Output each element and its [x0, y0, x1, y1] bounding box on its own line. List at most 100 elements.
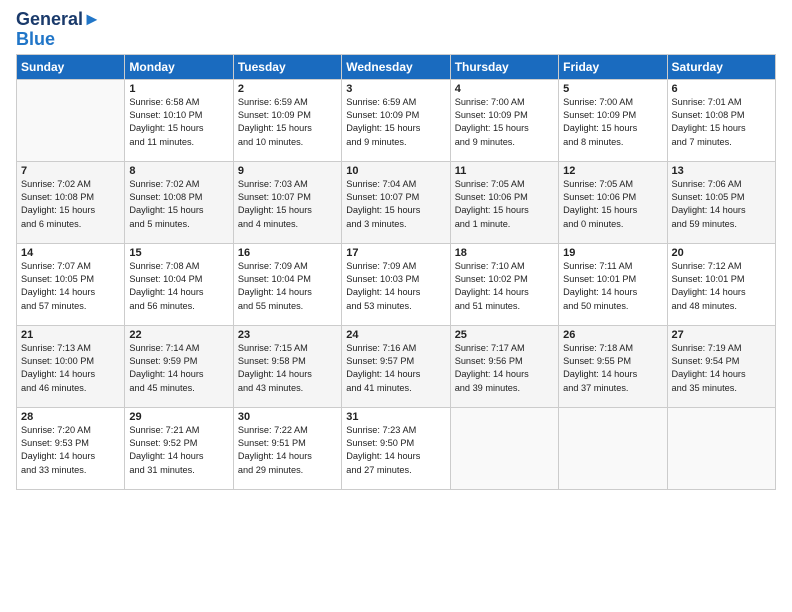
day-number: 2	[238, 83, 337, 95]
day-info: Sunrise: 7:17 AMSunset: 9:56 PMDaylight:…	[455, 342, 554, 395]
day-cell: 13Sunrise: 7:06 AMSunset: 10:05 PMDaylig…	[667, 161, 775, 243]
day-cell: 10Sunrise: 7:04 AMSunset: 10:07 PMDaylig…	[342, 161, 450, 243]
day-cell: 2Sunrise: 6:59 AMSunset: 10:09 PMDayligh…	[233, 79, 341, 161]
day-number: 3	[346, 83, 445, 95]
day-cell: 28Sunrise: 7:20 AMSunset: 9:53 PMDayligh…	[17, 407, 125, 489]
weekday-header-saturday: Saturday	[667, 54, 775, 79]
day-info: Sunrise: 7:08 AMSunset: 10:04 PMDaylight…	[129, 260, 228, 313]
day-info: Sunrise: 7:04 AMSunset: 10:07 PMDaylight…	[346, 178, 445, 231]
day-number: 31	[346, 411, 445, 423]
day-cell: 4Sunrise: 7:00 AMSunset: 10:09 PMDayligh…	[450, 79, 558, 161]
day-number: 13	[672, 165, 771, 177]
day-number: 6	[672, 83, 771, 95]
day-info: Sunrise: 7:01 AMSunset: 10:08 PMDaylight…	[672, 96, 771, 149]
day-number: 26	[563, 329, 662, 341]
day-number: 17	[346, 247, 445, 259]
day-cell: 14Sunrise: 7:07 AMSunset: 10:05 PMDaylig…	[17, 243, 125, 325]
day-cell: 3Sunrise: 6:59 AMSunset: 10:09 PMDayligh…	[342, 79, 450, 161]
day-info: Sunrise: 7:23 AMSunset: 9:50 PMDaylight:…	[346, 424, 445, 477]
day-number: 16	[238, 247, 337, 259]
day-cell	[450, 407, 558, 489]
day-info: Sunrise: 7:00 AMSunset: 10:09 PMDaylight…	[455, 96, 554, 149]
day-number: 10	[346, 165, 445, 177]
day-info: Sunrise: 6:58 AMSunset: 10:10 PMDaylight…	[129, 96, 228, 149]
day-info: Sunrise: 7:00 AMSunset: 10:09 PMDaylight…	[563, 96, 662, 149]
day-cell: 19Sunrise: 7:11 AMSunset: 10:01 PMDaylig…	[559, 243, 667, 325]
day-info: Sunrise: 7:07 AMSunset: 10:05 PMDaylight…	[21, 260, 120, 313]
day-number: 9	[238, 165, 337, 177]
day-cell: 1Sunrise: 6:58 AMSunset: 10:10 PMDayligh…	[125, 79, 233, 161]
day-cell: 16Sunrise: 7:09 AMSunset: 10:04 PMDaylig…	[233, 243, 341, 325]
week-row-2: 7Sunrise: 7:02 AMSunset: 10:08 PMDayligh…	[17, 161, 776, 243]
day-cell: 7Sunrise: 7:02 AMSunset: 10:08 PMDayligh…	[17, 161, 125, 243]
week-row-1: 1Sunrise: 6:58 AMSunset: 10:10 PMDayligh…	[17, 79, 776, 161]
day-number: 4	[455, 83, 554, 95]
day-info: Sunrise: 7:09 AMSunset: 10:04 PMDaylight…	[238, 260, 337, 313]
day-cell: 29Sunrise: 7:21 AMSunset: 9:52 PMDayligh…	[125, 407, 233, 489]
day-info: Sunrise: 7:22 AMSunset: 9:51 PMDaylight:…	[238, 424, 337, 477]
day-number: 24	[346, 329, 445, 341]
day-info: Sunrise: 7:09 AMSunset: 10:03 PMDaylight…	[346, 260, 445, 313]
day-number: 25	[455, 329, 554, 341]
day-number: 11	[455, 165, 554, 177]
header: General► Blue	[16, 10, 776, 50]
day-cell: 6Sunrise: 7:01 AMSunset: 10:08 PMDayligh…	[667, 79, 775, 161]
day-info: Sunrise: 7:05 AMSunset: 10:06 PMDaylight…	[563, 178, 662, 231]
weekday-header-tuesday: Tuesday	[233, 54, 341, 79]
day-number: 7	[21, 165, 120, 177]
day-cell: 26Sunrise: 7:18 AMSunset: 9:55 PMDayligh…	[559, 325, 667, 407]
day-number: 28	[21, 411, 120, 423]
day-info: Sunrise: 7:02 AMSunset: 10:08 PMDaylight…	[21, 178, 120, 231]
day-info: Sunrise: 7:19 AMSunset: 9:54 PMDaylight:…	[672, 342, 771, 395]
day-cell: 20Sunrise: 7:12 AMSunset: 10:01 PMDaylig…	[667, 243, 775, 325]
day-number: 14	[21, 247, 120, 259]
day-cell: 5Sunrise: 7:00 AMSunset: 10:09 PMDayligh…	[559, 79, 667, 161]
day-info: Sunrise: 7:16 AMSunset: 9:57 PMDaylight:…	[346, 342, 445, 395]
day-info: Sunrise: 7:11 AMSunset: 10:01 PMDaylight…	[563, 260, 662, 313]
weekday-header-monday: Monday	[125, 54, 233, 79]
day-info: Sunrise: 7:10 AMSunset: 10:02 PMDaylight…	[455, 260, 554, 313]
day-number: 5	[563, 83, 662, 95]
day-info: Sunrise: 7:14 AMSunset: 9:59 PMDaylight:…	[129, 342, 228, 395]
day-cell: 25Sunrise: 7:17 AMSunset: 9:56 PMDayligh…	[450, 325, 558, 407]
weekday-header-friday: Friday	[559, 54, 667, 79]
logo: General► Blue	[16, 10, 101, 50]
logo-text: General►	[16, 10, 101, 30]
day-info: Sunrise: 7:18 AMSunset: 9:55 PMDaylight:…	[563, 342, 662, 395]
day-number: 21	[21, 329, 120, 341]
day-info: Sunrise: 7:06 AMSunset: 10:05 PMDaylight…	[672, 178, 771, 231]
day-info: Sunrise: 7:15 AMSunset: 9:58 PMDaylight:…	[238, 342, 337, 395]
day-info: Sunrise: 7:05 AMSunset: 10:06 PMDaylight…	[455, 178, 554, 231]
day-info: Sunrise: 7:02 AMSunset: 10:08 PMDaylight…	[129, 178, 228, 231]
calendar-container: General► Blue SundayMondayTuesdayWednesd…	[0, 0, 792, 500]
day-number: 20	[672, 247, 771, 259]
week-row-3: 14Sunrise: 7:07 AMSunset: 10:05 PMDaylig…	[17, 243, 776, 325]
day-cell	[17, 79, 125, 161]
day-number: 18	[455, 247, 554, 259]
weekday-header-wednesday: Wednesday	[342, 54, 450, 79]
day-number: 30	[238, 411, 337, 423]
week-row-5: 28Sunrise: 7:20 AMSunset: 9:53 PMDayligh…	[17, 407, 776, 489]
day-number: 15	[129, 247, 228, 259]
day-cell: 24Sunrise: 7:16 AMSunset: 9:57 PMDayligh…	[342, 325, 450, 407]
weekday-header-thursday: Thursday	[450, 54, 558, 79]
day-number: 27	[672, 329, 771, 341]
day-number: 23	[238, 329, 337, 341]
day-number: 29	[129, 411, 228, 423]
weekday-header-sunday: Sunday	[17, 54, 125, 79]
day-number: 8	[129, 165, 228, 177]
day-number: 22	[129, 329, 228, 341]
day-cell: 31Sunrise: 7:23 AMSunset: 9:50 PMDayligh…	[342, 407, 450, 489]
day-cell	[667, 407, 775, 489]
day-cell: 23Sunrise: 7:15 AMSunset: 9:58 PMDayligh…	[233, 325, 341, 407]
day-cell: 22Sunrise: 7:14 AMSunset: 9:59 PMDayligh…	[125, 325, 233, 407]
day-info: Sunrise: 6:59 AMSunset: 10:09 PMDaylight…	[346, 96, 445, 149]
day-info: Sunrise: 7:03 AMSunset: 10:07 PMDaylight…	[238, 178, 337, 231]
day-cell	[559, 407, 667, 489]
day-cell: 11Sunrise: 7:05 AMSunset: 10:06 PMDaylig…	[450, 161, 558, 243]
day-number: 12	[563, 165, 662, 177]
day-number: 1	[129, 83, 228, 95]
day-cell: 15Sunrise: 7:08 AMSunset: 10:04 PMDaylig…	[125, 243, 233, 325]
calendar-table: SundayMondayTuesdayWednesdayThursdayFrid…	[16, 54, 776, 490]
day-number: 19	[563, 247, 662, 259]
